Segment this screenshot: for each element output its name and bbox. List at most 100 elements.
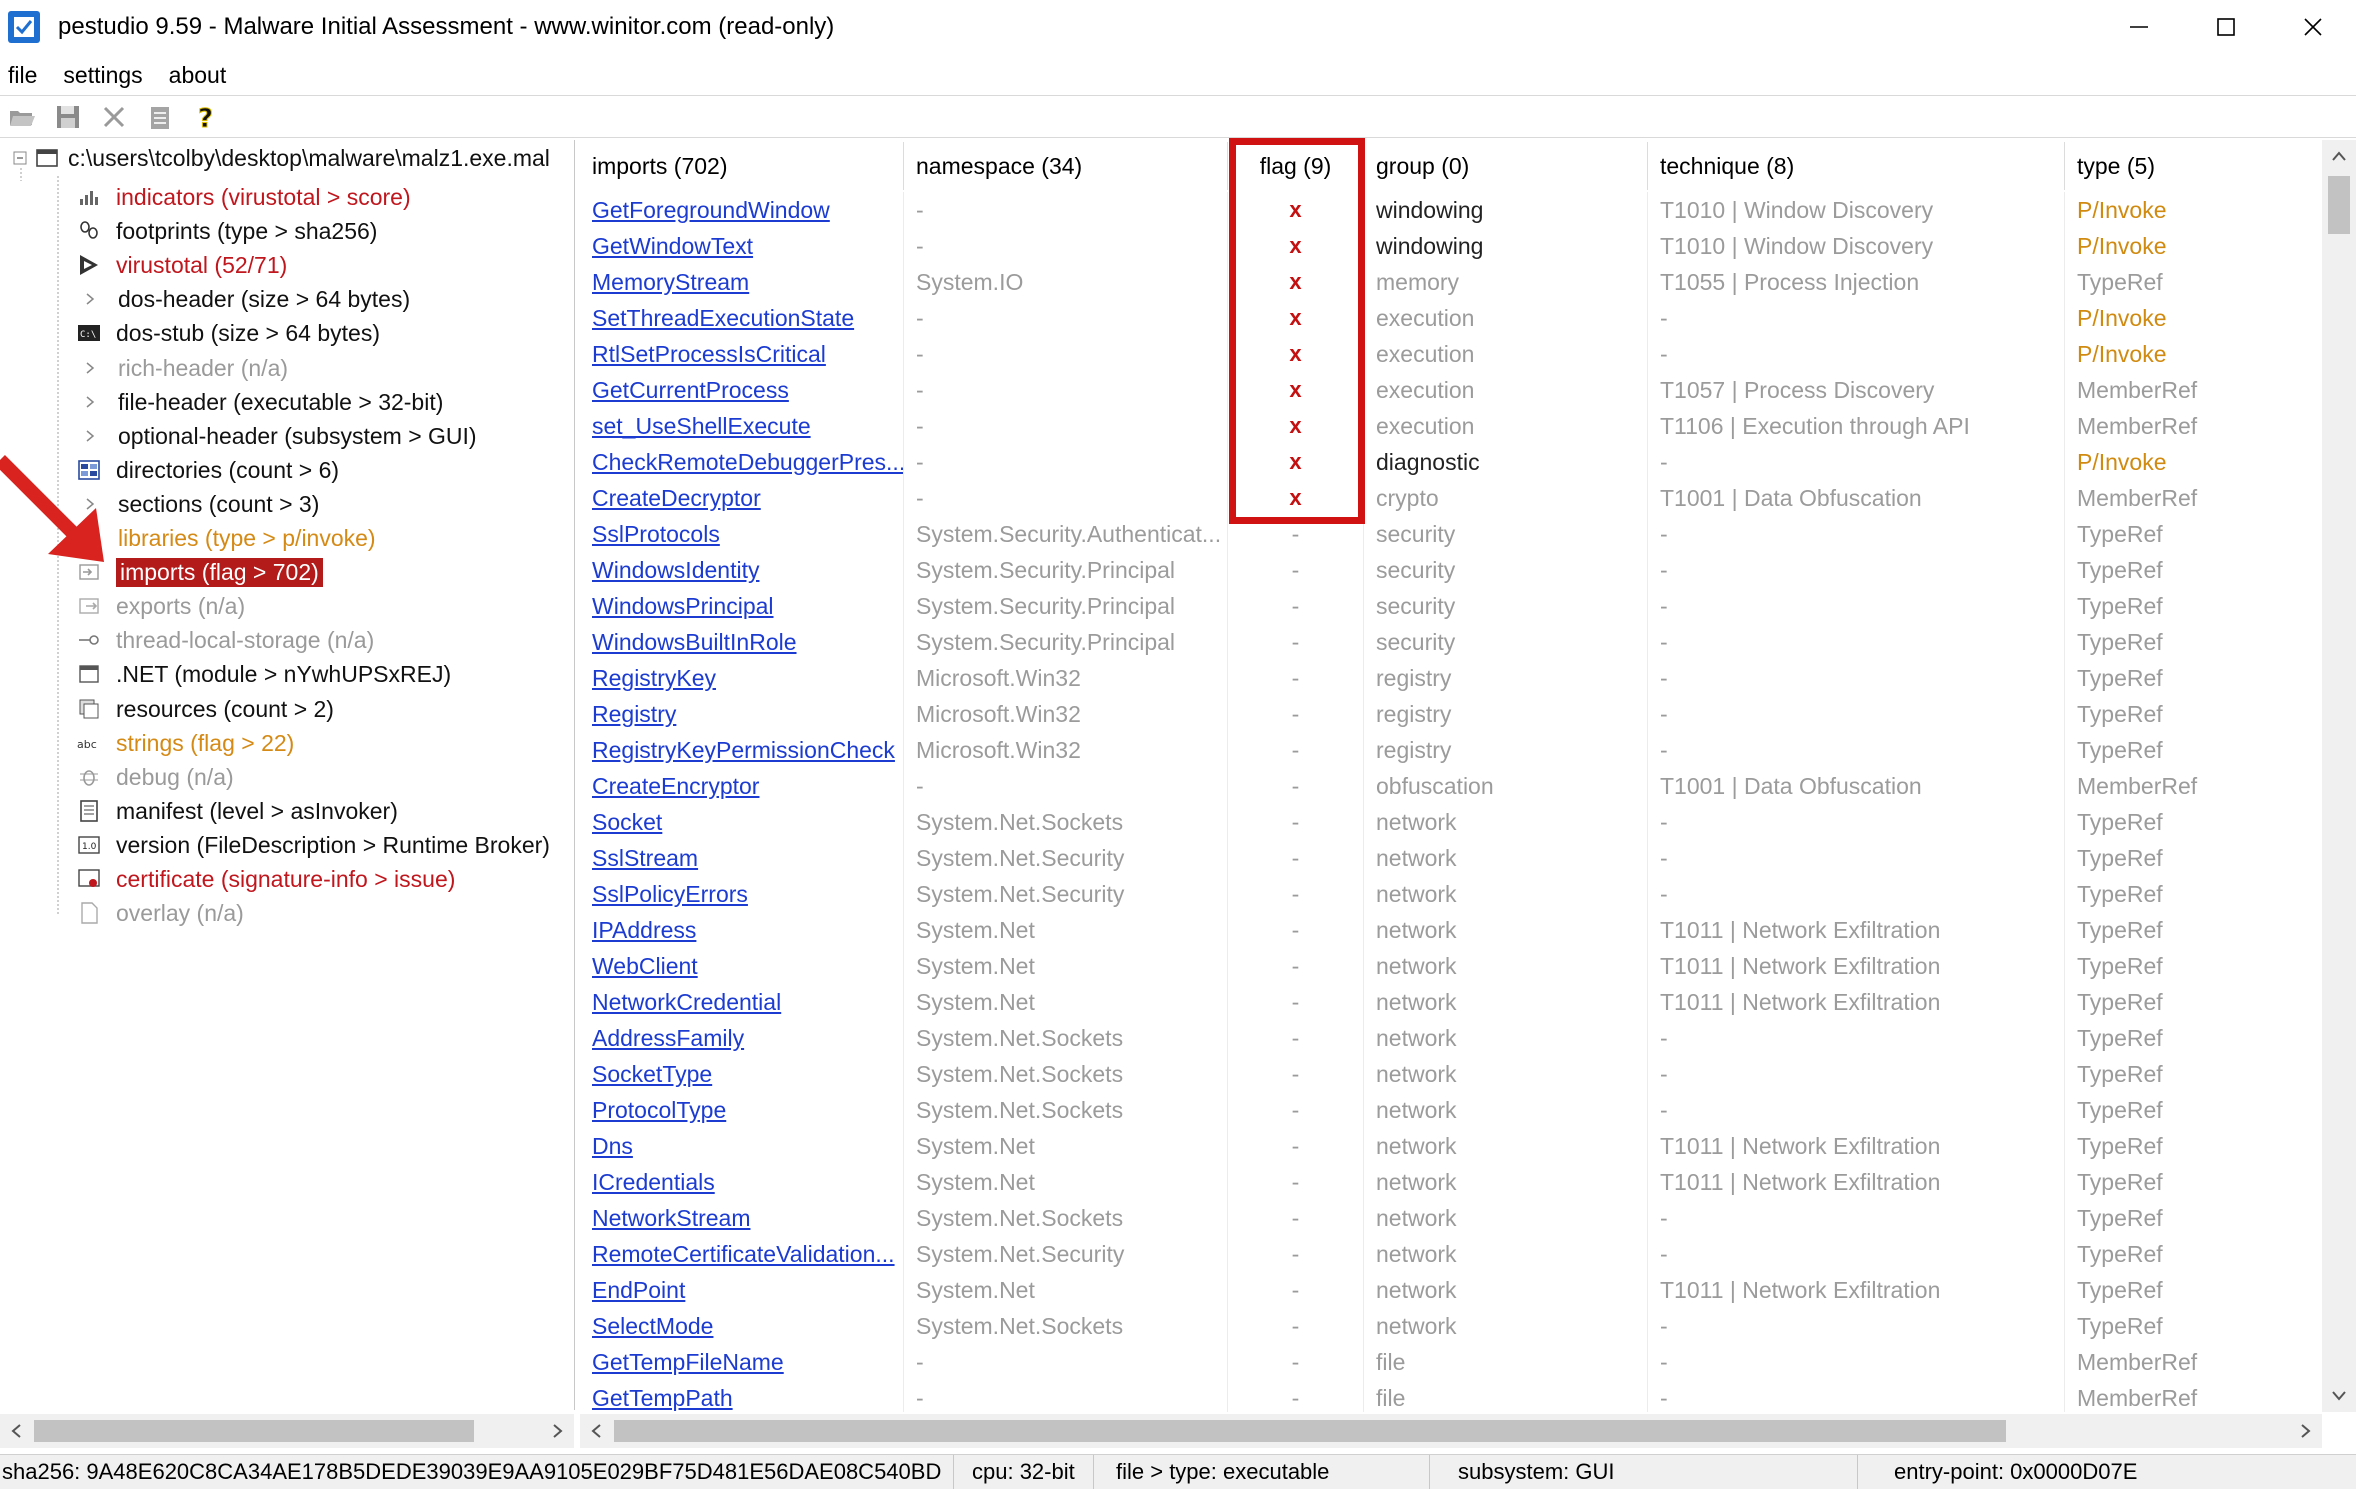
- table-row[interactable]: SetThreadExecutionState - x execution - P/Inv…: [580, 300, 2322, 336]
- tree-item-14[interactable]: .NET (module > nYwhUPSxREJ): [64, 657, 451, 691]
- table-row[interactable]: SslProtocols System.Security.Authenticat.…: [580, 516, 2322, 552]
- import-name-link[interactable]: RtlSetProcessIsCritical: [592, 341, 826, 368]
- import-name-link[interactable]: SslStream: [592, 845, 698, 872]
- table-row[interactable]: Socket System.Net.Sockets - network - TypeRef: [580, 804, 2322, 840]
- import-name-link[interactable]: NetworkStream: [592, 1205, 750, 1232]
- import-name-link[interactable]: RegistryKey: [592, 665, 716, 692]
- tree-item-8[interactable]: directories (count > 6): [64, 453, 339, 487]
- table-row[interactable]: WebClient System.Net - network T1011 | Netwo…: [580, 948, 2322, 984]
- import-name-link[interactable]: RegistryKeyPermissionCheck: [592, 737, 895, 764]
- scroll-up-arrow-icon[interactable]: [2322, 140, 2356, 174]
- copy-button[interactable]: [144, 101, 176, 133]
- import-name-link[interactable]: MemoryStream: [592, 269, 749, 296]
- menu-about[interactable]: about: [169, 62, 227, 89]
- expand-arrow-icon[interactable]: [82, 428, 98, 444]
- import-name-link[interactable]: SocketType: [592, 1061, 712, 1088]
- import-name-link[interactable]: ICredentials: [592, 1169, 715, 1196]
- expand-arrow-icon[interactable]: [82, 530, 98, 546]
- close-button[interactable]: [2269, 0, 2356, 54]
- import-name-link[interactable]: GetWindowText: [592, 233, 753, 260]
- table-hscroll-thumb[interactable]: [614, 1420, 2006, 1442]
- import-name-link[interactable]: SslPolicyErrors: [592, 881, 748, 908]
- tree-item-7[interactable]: optional-header (subsystem > GUI): [64, 419, 477, 453]
- import-name-link[interactable]: Registry: [592, 701, 676, 728]
- expand-arrow-icon[interactable]: [82, 496, 98, 512]
- import-name-link[interactable]: SelectMode: [592, 1313, 713, 1340]
- header-namespace[interactable]: namespace (34): [904, 142, 1228, 190]
- help-button[interactable]: ?: [190, 101, 222, 133]
- scroll-left-arrow-icon[interactable]: [0, 1414, 34, 1448]
- table-row[interactable]: ProtocolType System.Net.Sockets - network - T…: [580, 1092, 2322, 1128]
- table-row[interactable]: RemoteCertificateValidation... System.Net…: [580, 1236, 2322, 1272]
- tree-item-2[interactable]: virustotal (52/71): [64, 248, 287, 282]
- table-row[interactable]: AddressFamily System.Net.Sockets - network -…: [580, 1020, 2322, 1056]
- import-name-link[interactable]: NetworkCredential: [592, 989, 781, 1016]
- table-scroll-left-arrow-icon[interactable]: [580, 1414, 614, 1448]
- import-name-link[interactable]: Dns: [592, 1133, 633, 1160]
- import-name-link[interactable]: IPAddress: [592, 917, 696, 944]
- table-row[interactable]: IPAddress System.Net - network T1011 | Netwo…: [580, 912, 2322, 948]
- tree-item-15[interactable]: resources (count > 2): [64, 692, 334, 726]
- table-row[interactable]: Registry Microsoft.Win32 - registry - TypeRef: [580, 696, 2322, 732]
- tree-root[interactable]: c:\users\tcolby\desktop\malware\malz1.ex…: [12, 141, 550, 175]
- import-name-link[interactable]: GetTempFileName: [592, 1349, 784, 1376]
- tree-item-4[interactable]: C:\ dos-stub (size > 64 bytes): [64, 316, 380, 350]
- import-name-link[interactable]: CheckRemoteDebuggerPres...: [592, 449, 903, 476]
- table-row[interactable]: RtlSetProcessIsCritical - x execution - P/Inv…: [580, 336, 2322, 372]
- tree-horizontal-scrollbar[interactable]: [0, 1414, 574, 1448]
- scroll-right-arrow-icon[interactable]: [540, 1414, 574, 1448]
- tree-item-18[interactable]: manifest (level > asInvoker): [64, 794, 398, 828]
- table-row[interactable]: GetTempFileName - - file - MemberRef: [580, 1344, 2322, 1380]
- tree-item-5[interactable]: rich-header (n/a): [64, 351, 288, 385]
- table-row[interactable]: EndPoint System.Net - network T1011 | Networ…: [580, 1272, 2322, 1308]
- import-name-link[interactable]: RemoteCertificateValidation...: [592, 1241, 895, 1268]
- import-name-link[interactable]: ProtocolType: [592, 1097, 726, 1124]
- table-row[interactable]: WindowsPrincipal System.Security.Principa…: [580, 588, 2322, 624]
- import-name-link[interactable]: WindowsBuiltInRole: [592, 629, 797, 656]
- expand-arrow-icon[interactable]: [82, 291, 98, 307]
- header-type[interactable]: type (5): [2065, 142, 2322, 190]
- table-row[interactable]: SslStream System.Net.Security - network - Typ…: [580, 840, 2322, 876]
- table-row[interactable]: RegistryKey Microsoft.Win32 - registry - Type…: [580, 660, 2322, 696]
- table-row[interactable]: GetWindowText - x windowing T1010 | Window D…: [580, 228, 2322, 264]
- tree-item-11[interactable]: imports (flag > 702): [64, 555, 323, 589]
- import-name-link[interactable]: WebClient: [592, 953, 698, 980]
- tree-item-9[interactable]: sections (count > 3): [64, 487, 319, 521]
- header-technique[interactable]: technique (8): [1648, 142, 2065, 190]
- import-name-link[interactable]: SetThreadExecutionState: [592, 305, 854, 332]
- table-scroll-right-arrow-icon[interactable]: [2288, 1414, 2322, 1448]
- tree-item-10[interactable]: libraries (type > p/invoke): [64, 521, 376, 555]
- menu-settings[interactable]: settings: [63, 62, 142, 89]
- table-row[interactable]: SocketType System.Net.Sockets - network - Typ…: [580, 1056, 2322, 1092]
- table-row[interactable]: SslPolicyErrors System.Net.Security - netwo…: [580, 876, 2322, 912]
- header-group[interactable]: group (0): [1364, 142, 1648, 190]
- import-name-link[interactable]: EndPoint: [592, 1277, 685, 1304]
- header-flag[interactable]: flag (9): [1228, 142, 1364, 190]
- scroll-down-arrow-icon[interactable]: [2322, 1378, 2356, 1412]
- table-row[interactable]: RegistryKeyPermissionCheck Microsoft.Win3…: [580, 732, 2322, 768]
- save-button[interactable]: [52, 101, 84, 133]
- collapse-icon[interactable]: [12, 150, 28, 166]
- tree-item-17[interactable]: debug (n/a): [64, 760, 234, 794]
- import-name-link[interactable]: WindowsPrincipal: [592, 593, 774, 620]
- tree-item-19[interactable]: 1.0 version (FileDescription > Runtime Br…: [64, 828, 550, 862]
- minimize-button[interactable]: [2095, 0, 2182, 54]
- table-horizontal-scrollbar[interactable]: [580, 1414, 2322, 1448]
- import-name-link[interactable]: AddressFamily: [592, 1025, 744, 1052]
- table-row[interactable]: ICredentials System.Net - network T1011 | Ne…: [580, 1164, 2322, 1200]
- import-name-link[interactable]: GetForegroundWindow: [592, 197, 830, 224]
- import-name-link[interactable]: GetTempPath: [592, 1385, 733, 1412]
- table-row[interactable]: GetCurrentProcess - x execution T1057 | Proc…: [580, 372, 2322, 408]
- import-name-link[interactable]: Socket: [592, 809, 662, 836]
- table-row[interactable]: CreateEncryptor - - obfuscation T1001 | Data…: [580, 768, 2322, 804]
- table-row[interactable]: WindowsIdentity System.Security.Principal…: [580, 552, 2322, 588]
- table-vertical-scrollbar[interactable]: [2322, 140, 2356, 1412]
- tree-item-3[interactable]: dos-header (size > 64 bytes): [64, 282, 410, 316]
- table-row[interactable]: Dns System.Net - network T1011 | Network Exf…: [580, 1128, 2322, 1164]
- header-imports[interactable]: imports (702): [580, 142, 904, 190]
- tree-scroll-thumb[interactable]: [34, 1420, 474, 1442]
- table-row[interactable]: set_UseShellExecute - x execution T1106 | Ex…: [580, 408, 2322, 444]
- import-name-link[interactable]: set_UseShellExecute: [592, 413, 811, 440]
- table-row[interactable]: SelectMode System.Net.Sockets - network - Typ…: [580, 1308, 2322, 1344]
- table-row[interactable]: NetworkStream System.Net.Sockets - network -…: [580, 1200, 2322, 1236]
